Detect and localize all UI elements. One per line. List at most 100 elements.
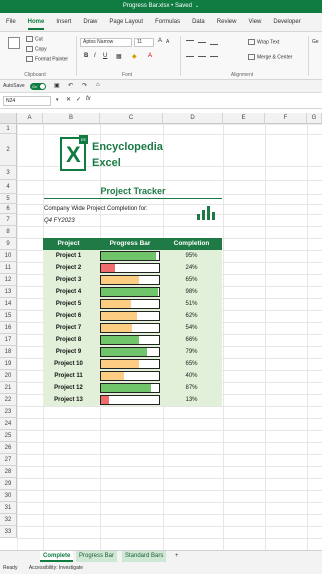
row-header[interactable]: 12: [0, 274, 17, 286]
row-header[interactable]: 32: [0, 514, 17, 526]
bold-icon[interactable]: B: [84, 53, 88, 59]
fill-color-icon[interactable]: ◆: [132, 53, 137, 60]
column-header-d[interactable]: D: [163, 113, 223, 124]
align-right-icon[interactable]: [210, 56, 218, 57]
table-row[interactable]: Project 7 54%: [43, 322, 222, 334]
tab-draw[interactable]: Draw: [77, 13, 103, 32]
cancel-icon[interactable]: ✕: [66, 96, 71, 103]
completion-value[interactable]: 24%: [161, 262, 222, 274]
project-name[interactable]: Project 4: [43, 286, 94, 298]
row-header[interactable]: 21: [0, 382, 17, 394]
paste-icon[interactable]: [8, 37, 20, 49]
column-header-c[interactable]: C: [100, 113, 163, 124]
format-painter-icon[interactable]: ⌂: [96, 82, 100, 88]
project-name[interactable]: Project 6: [43, 310, 94, 322]
row-header[interactable]: 25: [0, 430, 17, 442]
row-header[interactable]: 24: [0, 418, 17, 430]
completion-value[interactable]: 65%: [161, 274, 222, 286]
enter-icon[interactable]: ✓: [76, 96, 81, 103]
completion-value[interactable]: 62%: [161, 310, 222, 322]
completion-value[interactable]: 40%: [161, 370, 222, 382]
align-middle-icon[interactable]: [198, 42, 206, 43]
table-row[interactable]: Project 11 40%: [43, 370, 222, 382]
accessibility-status[interactable]: Accessibility: Investigate: [29, 565, 83, 571]
completion-value[interactable]: 65%: [161, 358, 222, 370]
redo-icon[interactable]: ↷: [82, 82, 87, 89]
table-row[interactable]: Project 6 62%: [43, 310, 222, 322]
table-row[interactable]: Project 10 65%: [43, 358, 222, 370]
font-color-icon[interactable]: A: [148, 53, 152, 59]
align-center-icon[interactable]: [198, 56, 206, 57]
row-header[interactable]: 11: [0, 262, 17, 274]
table-row[interactable]: Project 13 13%: [43, 394, 222, 406]
tab-review[interactable]: Review: [211, 13, 243, 32]
select-all-corner[interactable]: [0, 113, 17, 124]
row-header[interactable]: 1: [0, 124, 17, 134]
add-sheet-icon[interactable]: +: [172, 551, 182, 562]
table-row[interactable]: Project 2 24%: [43, 262, 222, 274]
tab-formulas[interactable]: Formulas: [149, 13, 186, 32]
italic-icon[interactable]: I: [94, 53, 96, 59]
project-name[interactable]: Project 11: [43, 370, 94, 382]
row-header[interactable]: 23: [0, 406, 17, 418]
completion-value[interactable]: 95%: [161, 250, 222, 262]
row-header[interactable]: 30: [0, 490, 17, 502]
row-header[interactable]: 14: [0, 298, 17, 310]
row-header[interactable]: 4: [0, 180, 17, 194]
sheet-tab-standard-bars[interactable]: Standard Bars: [122, 551, 167, 562]
undo-icon[interactable]: ↶: [68, 82, 73, 89]
sheet-tab-progress-bar[interactable]: Progress Bar: [76, 551, 118, 562]
wrap-text-button[interactable]: Wrap Text: [248, 39, 279, 45]
table-row[interactable]: Project 5 51%: [43, 298, 222, 310]
column-header-g[interactable]: G: [307, 113, 322, 124]
sheet-tab-complete[interactable]: Complete: [40, 551, 74, 562]
completion-value[interactable]: 54%: [161, 322, 222, 334]
project-name[interactable]: Project 3: [43, 274, 94, 286]
save-icon[interactable]: ▣: [54, 82, 60, 89]
project-name[interactable]: Project 13: [43, 394, 94, 406]
align-left-icon[interactable]: [186, 56, 194, 57]
row-header[interactable]: 9: [0, 238, 17, 250]
sheet-grid[interactable]: X EE Encyclopedia Excel Project Tracker …: [17, 124, 322, 554]
row-header[interactable]: 29: [0, 478, 17, 490]
tab-home[interactable]: Home: [22, 13, 51, 32]
row-header[interactable]: 33: [0, 526, 17, 538]
tab-data[interactable]: Data: [186, 13, 211, 32]
row-header[interactable]: 15: [0, 310, 17, 322]
column-header-e[interactable]: E: [223, 113, 265, 124]
project-name[interactable]: Project 5: [43, 298, 94, 310]
align-bottom-icon[interactable]: [210, 44, 218, 45]
font-name-select[interactable]: Aptos Narrow: [80, 38, 132, 47]
completion-value[interactable]: 13%: [161, 394, 222, 406]
row-header[interactable]: 10: [0, 250, 17, 262]
function-icon[interactable]: fx: [86, 96, 91, 102]
table-row[interactable]: Project 8 66%: [43, 334, 222, 346]
tab-page-layout[interactable]: Page Layout: [103, 13, 149, 32]
tab-insert[interactable]: Insert: [50, 13, 77, 32]
chevron-down-icon[interactable]: ⌄: [195, 3, 199, 9]
font-size-select[interactable]: 11: [134, 38, 154, 47]
row-header[interactable]: 26: [0, 442, 17, 454]
completion-value[interactable]: 66%: [161, 334, 222, 346]
cut-button[interactable]: Cut: [26, 36, 43, 42]
row-header[interactable]: 16: [0, 322, 17, 334]
row-header[interactable]: 28: [0, 466, 17, 478]
row-header[interactable]: 20: [0, 370, 17, 382]
row-header[interactable]: 17: [0, 334, 17, 346]
format-painter-button[interactable]: Format Painter: [26, 56, 68, 62]
row-header[interactable]: 13: [0, 286, 17, 298]
column-header-a[interactable]: A: [17, 113, 43, 124]
row-header[interactable]: 2: [0, 134, 17, 166]
row-header[interactable]: 18: [0, 346, 17, 358]
underline-icon[interactable]: U: [103, 53, 107, 59]
project-name[interactable]: Project 10: [43, 358, 94, 370]
align-top-icon[interactable]: [186, 40, 194, 41]
shrink-font-icon[interactable]: A: [166, 39, 169, 45]
row-header[interactable]: 5: [0, 194, 17, 204]
row-header[interactable]: 6: [0, 204, 17, 214]
row-header[interactable]: 27: [0, 454, 17, 466]
project-name[interactable]: Project 12: [43, 382, 94, 394]
dropdown-icon[interactable]: ▾: [56, 97, 59, 103]
row-header[interactable]: 22: [0, 394, 17, 406]
autosave-toggle[interactable]: On: [30, 83, 46, 90]
